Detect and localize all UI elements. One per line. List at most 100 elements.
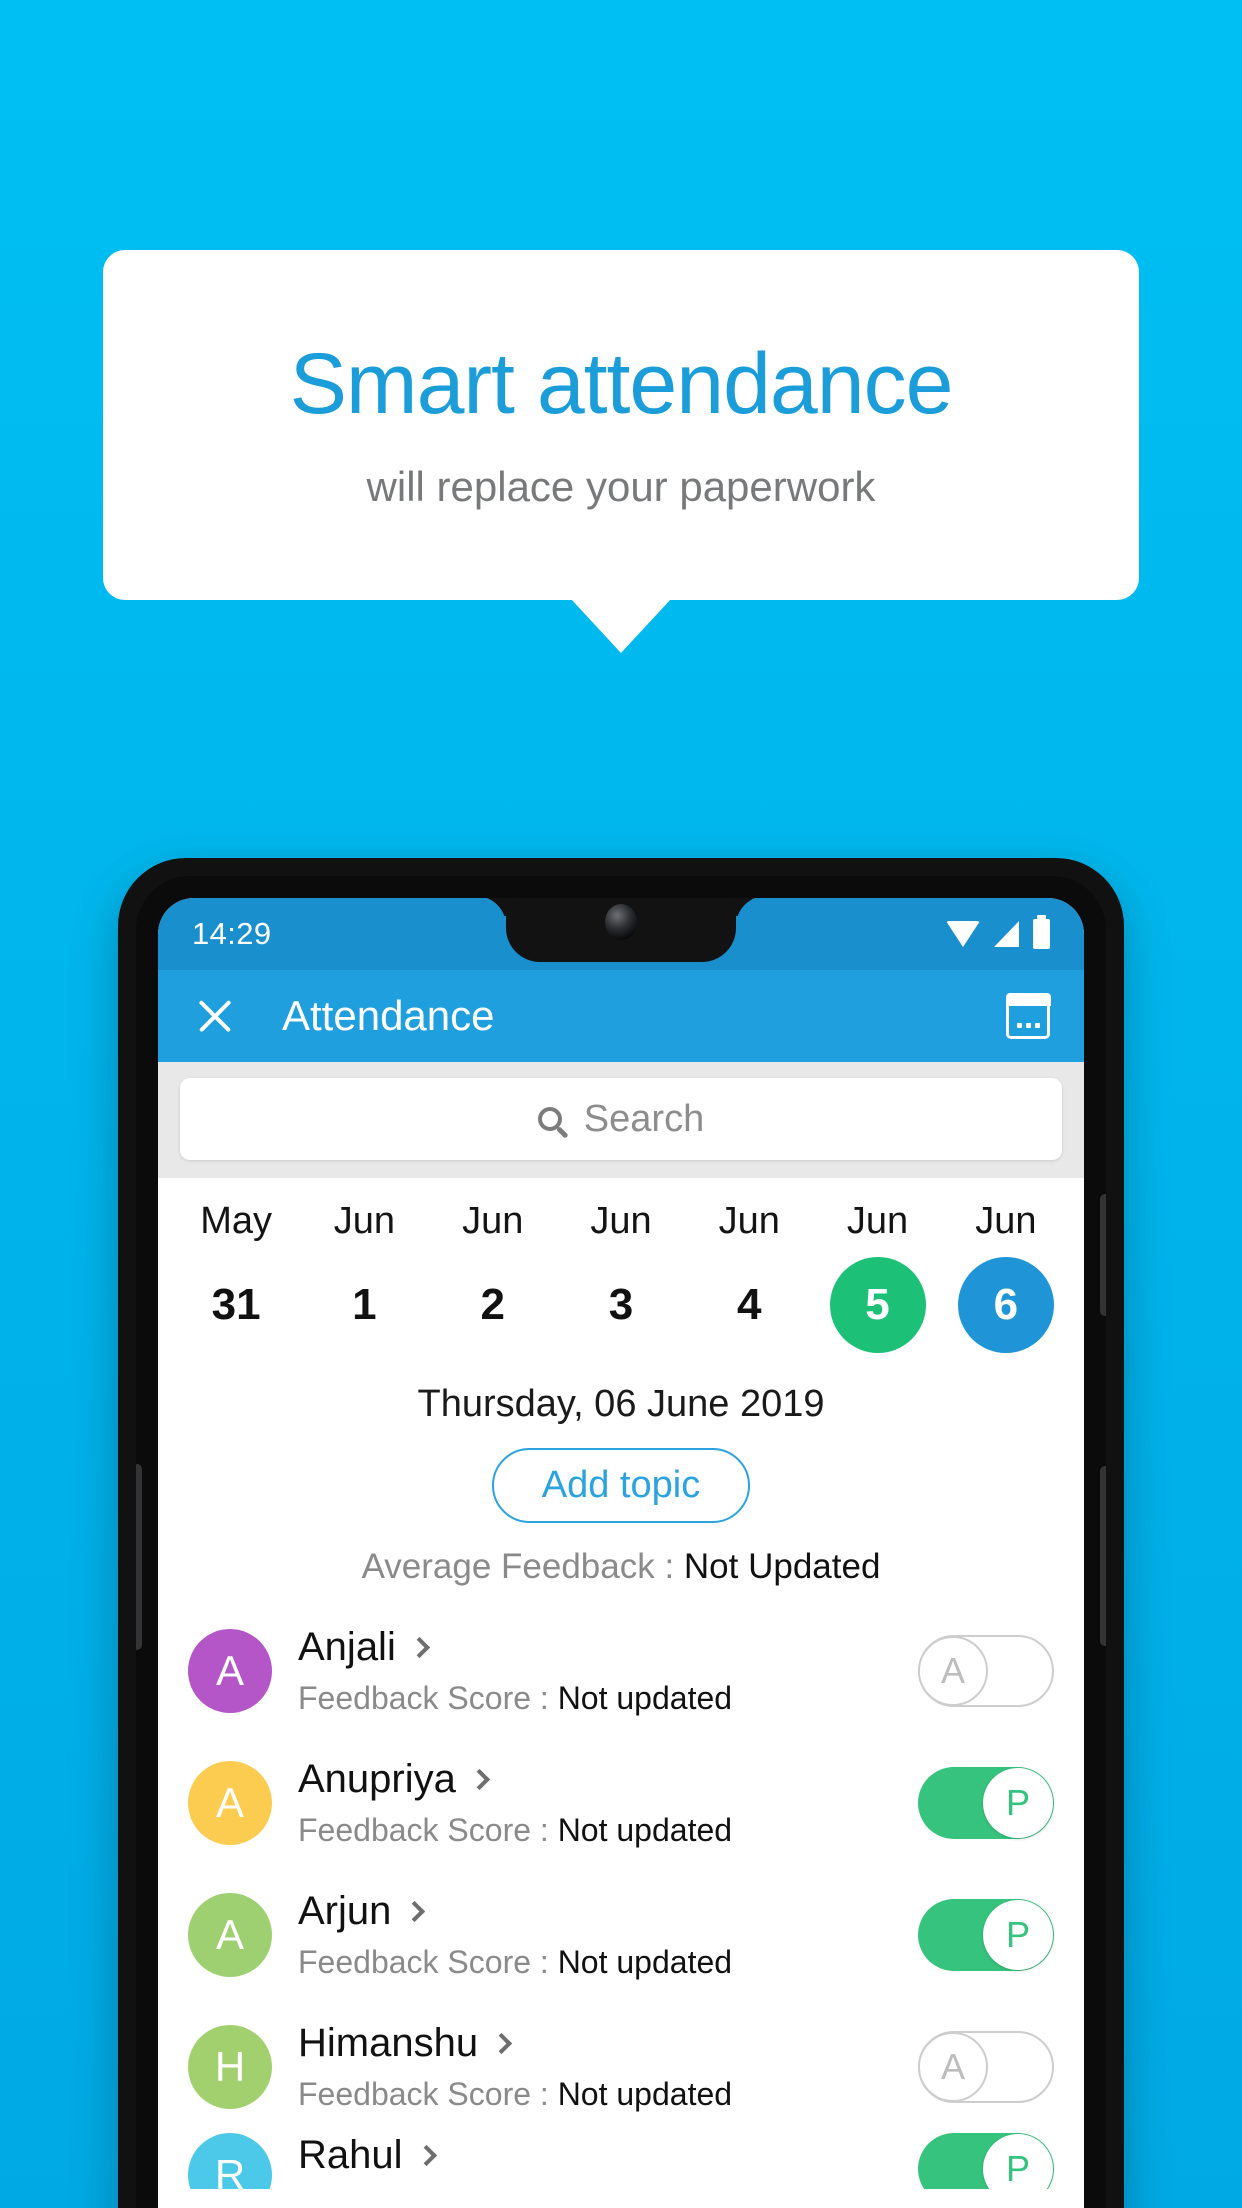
battery-icon — [1033, 915, 1050, 949]
calendar-dots — [1009, 1023, 1047, 1028]
app-bar: Attendance — [158, 970, 1084, 1062]
phone-screen: 14:29 Attendance Search May 31 Jun 1 Jun… — [158, 898, 1084, 2208]
student-row[interactable]: H Himanshu Feedback Score : Not updated A — [158, 2001, 1084, 2133]
feedback-score-line: Feedback Score : Not updated — [298, 1812, 892, 1849]
phone-side-button-left[interactable] — [136, 1464, 142, 1650]
attendance-toggle[interactable]: P — [918, 2133, 1054, 2189]
date-cell[interactable]: May 31 — [172, 1200, 300, 1353]
front-camera-icon — [605, 904, 637, 940]
attendance-toggle-knob: P — [983, 1900, 1053, 1970]
attendance-toggle[interactable]: A — [918, 2031, 1054, 2103]
student-row[interactable]: A Anupriya Feedback Score : Not updated P — [158, 1737, 1084, 1869]
student-list: A Anjali Feedback Score : Not updated A A Anu… — [158, 1605, 1084, 2189]
phone-body: 14:29 Attendance Search May 31 Jun 1 Jun… — [136, 876, 1106, 2208]
student-name-row[interactable]: Rahul — [298, 2133, 892, 2178]
feedback-score-line: Feedback Score : Not updated — [298, 2076, 892, 2113]
chevron-right-icon[interactable] — [490, 2032, 513, 2055]
attendance-toggle-knob: A — [918, 2032, 988, 2102]
date-cell-month: May — [200, 1200, 273, 1242]
search-placeholder: Search — [583, 1097, 705, 1140]
date-cell-month: Jun — [975, 1200, 1037, 1242]
feedback-score-label: Feedback Score : — [298, 1812, 558, 1848]
add-topic-button[interactable]: Add topic — [491, 1448, 751, 1523]
attendance-toggle[interactable]: P — [918, 1899, 1054, 1971]
student-name-row[interactable]: Anjali — [298, 1625, 892, 1670]
search-input[interactable]: Search — [180, 1078, 1062, 1160]
student-row[interactable]: A Arjun Feedback Score : Not updated P — [158, 1869, 1084, 2001]
student-name-row[interactable]: Himanshu — [298, 2021, 892, 2066]
attendance-toggle[interactable]: A — [918, 1635, 1054, 1707]
student-name-row[interactable]: Anupriya — [298, 1757, 892, 1802]
close-icon[interactable] — [192, 993, 238, 1039]
student-info: Anupriya Feedback Score : Not updated — [298, 1757, 892, 1849]
add-topic-row: Add topic — [158, 1426, 1084, 1523]
student-info: Arjun Feedback Score : Not updated — [298, 1889, 892, 1981]
student-name: Anupriya — [298, 1757, 456, 1801]
phone-volume-button[interactable] — [1100, 1466, 1106, 1646]
date-cell[interactable]: Jun 5 — [813, 1200, 941, 1353]
average-feedback-label: Average Feedback : — [361, 1547, 684, 1586]
student-info: Himanshu Feedback Score : Not updated — [298, 2021, 892, 2113]
student-name-row[interactable]: Arjun — [298, 1889, 892, 1934]
feedback-score-value: Not updated — [557, 1680, 733, 1716]
search-section: Search — [158, 1062, 1084, 1178]
avatar: A — [188, 1761, 272, 1845]
student-name: Rahul — [298, 2133, 403, 2177]
date-cell-day: 31 — [211, 1280, 261, 1329]
student-row[interactable]: A Anjali Feedback Score : Not updated A — [158, 1605, 1084, 1737]
chevron-right-icon[interactable] — [415, 2144, 437, 2167]
status-bar: 14:29 — [158, 898, 1084, 970]
avatar: R — [188, 2133, 272, 2189]
feedback-score-label: Feedback Score : — [298, 2188, 558, 2189]
date-cell-month: Jun — [718, 1200, 780, 1242]
student-info: Rahul Feedback Score : Not updated — [298, 2133, 892, 2189]
feedback-score-line: Feedback Score : Not updated — [298, 1944, 892, 1981]
date-cell[interactable]: Jun 2 — [429, 1200, 557, 1353]
chevron-right-icon[interactable] — [408, 1636, 430, 1659]
date-cell-month: Jun — [462, 1200, 524, 1242]
date-cell[interactable]: Jun 4 — [685, 1200, 813, 1353]
average-feedback-value: Not Updated — [683, 1547, 881, 1586]
attendance-toggle-knob: P — [983, 2134, 1053, 2189]
chevron-right-icon[interactable] — [404, 1900, 426, 1923]
student-info: Anjali Feedback Score : Not updated — [298, 1625, 892, 1717]
phone-mockup: 14:29 Attendance Search May 31 Jun 1 Jun… — [118, 858, 1124, 2208]
wifi-icon — [946, 921, 980, 947]
avatar: H — [188, 2025, 272, 2109]
feedback-score-value: Not updated — [557, 2076, 733, 2112]
feedback-score-line: Feedback Score : Not updated — [298, 1680, 892, 1717]
search-icon — [537, 1107, 562, 1131]
chevron-right-icon[interactable] — [468, 1768, 490, 1791]
feedback-score-label: Feedback Score : — [298, 1680, 558, 1716]
date-cell[interactable]: Jun 6 — [942, 1200, 1070, 1353]
promo-callout-card: Smart attendance will replace your paper… — [103, 250, 1139, 600]
date-cell[interactable]: Jun 3 — [557, 1200, 685, 1353]
selected-date-label: Thursday, 06 June 2019 — [417, 1383, 825, 1425]
status-icons — [946, 915, 1050, 949]
promo-title: Smart attendance — [289, 335, 954, 432]
phone-power-button[interactable] — [1100, 1194, 1106, 1316]
date-cell-month: Jun — [590, 1200, 652, 1242]
callout-pointer-icon — [571, 599, 671, 653]
feedback-score-label: Feedback Score : — [298, 2076, 558, 2112]
avatar: A — [188, 1893, 272, 1977]
student-row[interactable]: R Rahul Feedback Score : Not updated P — [158, 2133, 1084, 2189]
promo-subtitle: will replace your paperwork — [366, 463, 876, 511]
avatar: A — [188, 1629, 272, 1713]
date-cell-day: 5 — [829, 1257, 926, 1353]
feedback-score-value: Not updated — [557, 1944, 733, 1980]
attendance-toggle[interactable]: P — [918, 1767, 1054, 1839]
date-cell[interactable]: Jun 1 — [300, 1200, 428, 1353]
status-clock: 14:29 — [192, 916, 272, 951]
calendar-icon[interactable] — [1005, 992, 1051, 1039]
feedback-score-label: Feedback Score : — [298, 1944, 558, 1980]
app-bar-title: Attendance — [282, 992, 495, 1039]
date-cell-day: 6 — [957, 1257, 1054, 1353]
promo-screenshot: Smart attendance will replace your paper… — [0, 0, 1242, 2208]
date-cell-day: 2 — [480, 1280, 505, 1329]
student-name: Anjali — [298, 1625, 396, 1669]
feedback-score-line: Feedback Score : Not updated — [298, 2188, 892, 2189]
date-cell-day: 3 — [608, 1280, 634, 1329]
student-name: Himanshu — [298, 2021, 479, 2065]
student-name: Arjun — [298, 1889, 392, 1933]
